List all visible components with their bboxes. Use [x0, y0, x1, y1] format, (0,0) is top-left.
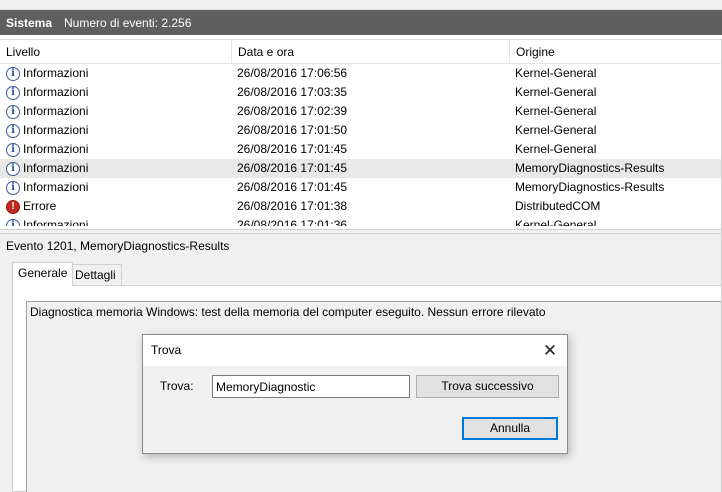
tab-general[interactable]: Generale — [12, 262, 74, 286]
row-level: Informazioni — [23, 123, 89, 137]
row-source: Kernel-General — [515, 142, 597, 156]
info-icon: i — [6, 85, 20, 100]
find-label: Trova: — [160, 379, 194, 393]
row-date: 26/08/2016 17:03:35 — [237, 85, 348, 99]
table-row[interactable]: ! Errore 26/08/2016 17:01:38 DistributedC… — [0, 197, 722, 216]
table-row[interactable]: i Informazioni 26/08/2016 17:01:36 Kernel… — [0, 216, 722, 226]
info-icon: i — [6, 180, 20, 195]
info-icon: i — [6, 161, 20, 176]
row-level: Errore — [23, 199, 57, 213]
row-date: 26/08/2016 17:01:45 — [237, 161, 348, 175]
top-strip — [0, 0, 722, 10]
dialog-title: Trova — [151, 343, 182, 357]
row-source: MemoryDiagnostics-Results — [515, 161, 665, 175]
error-icon: ! — [6, 199, 20, 214]
row-level: Informazioni — [23, 85, 89, 99]
info-icon: i — [6, 123, 20, 138]
find-input[interactable] — [212, 375, 410, 398]
find-next-button[interactable]: Trova successivo — [416, 375, 559, 398]
log-header: Sistema Numero di eventi: 2.256 — [0, 10, 722, 35]
row-date: 26/08/2016 17:01:36 — [237, 218, 348, 226]
event-message: Diagnostica memoria Windows: test della … — [30, 305, 546, 319]
row-date: 26/08/2016 17:01:38 — [237, 199, 348, 213]
row-date: 26/08/2016 17:01:50 — [237, 123, 348, 137]
event-list[interactable]: Livello Data e ora Origine i Informazioni… — [0, 39, 722, 229]
row-level: Informazioni — [23, 142, 89, 156]
table-row[interactable]: i Informazioni 26/08/2016 17:02:39 Kernel… — [0, 102, 722, 121]
event-title: Evento 1201, MemoryDiagnostics-Results — [6, 239, 230, 253]
cancel-button[interactable]: Annulla — [462, 417, 558, 440]
close-icon[interactable]: ✕ — [535, 338, 565, 364]
table-row-selected[interactable]: i Informazioni 26/08/2016 17:01:45 Memory… — [0, 159, 722, 178]
info-icon: i — [6, 66, 20, 81]
row-level: Informazioni — [23, 161, 89, 175]
dialog-titlebar[interactable]: Trova ✕ — [143, 335, 567, 366]
find-dialog: Trova ✕ Trova: Trova successivo Annulla — [142, 334, 568, 454]
list-header: Livello Data e ora Origine — [0, 40, 722, 64]
row-source: Kernel-General — [515, 66, 597, 80]
row-level: Informazioni — [23, 104, 89, 118]
row-source: MemoryDiagnostics-Results — [515, 180, 665, 194]
tab-details[interactable]: Dettagli — [70, 264, 122, 286]
table-row[interactable]: i Informazioni 26/08/2016 17:06:56 Kernel… — [0, 64, 722, 83]
column-header-date[interactable]: Data e ora — [232, 40, 510, 64]
row-date: 26/08/2016 17:01:45 — [237, 180, 348, 194]
row-source: Kernel-General — [515, 218, 597, 226]
info-icon: i — [6, 142, 20, 157]
row-source: Kernel-General — [515, 104, 597, 118]
row-date: 26/08/2016 17:06:56 — [237, 66, 348, 80]
column-header-source[interactable]: Origine — [510, 40, 722, 64]
event-count: Numero di eventi: 2.256 — [64, 15, 192, 30]
row-level: Informazioni — [23, 66, 89, 80]
row-level: Informazioni — [23, 180, 89, 194]
row-level: Informazioni — [23, 218, 89, 226]
table-row[interactable]: i Informazioni 26/08/2016 17:01:50 Kernel… — [0, 121, 722, 140]
table-row[interactable]: i Informazioni 26/08/2016 17:01:45 Memory… — [0, 178, 722, 197]
info-icon: i — [6, 104, 20, 119]
row-source: Kernel-General — [515, 85, 597, 99]
info-icon: i — [6, 218, 20, 226]
table-row[interactable]: i Informazioni 26/08/2016 17:01:45 Kernel… — [0, 140, 722, 159]
log-name: Sistema — [6, 15, 53, 30]
row-source: DistributedCOM — [515, 199, 601, 213]
column-header-level[interactable]: Livello — [0, 40, 232, 64]
row-source: Kernel-General — [515, 123, 597, 137]
row-date: 26/08/2016 17:02:39 — [237, 104, 348, 118]
row-date: 26/08/2016 17:01:45 — [237, 142, 348, 156]
table-row[interactable]: i Informazioni 26/08/2016 17:03:35 Kernel… — [0, 83, 722, 102]
